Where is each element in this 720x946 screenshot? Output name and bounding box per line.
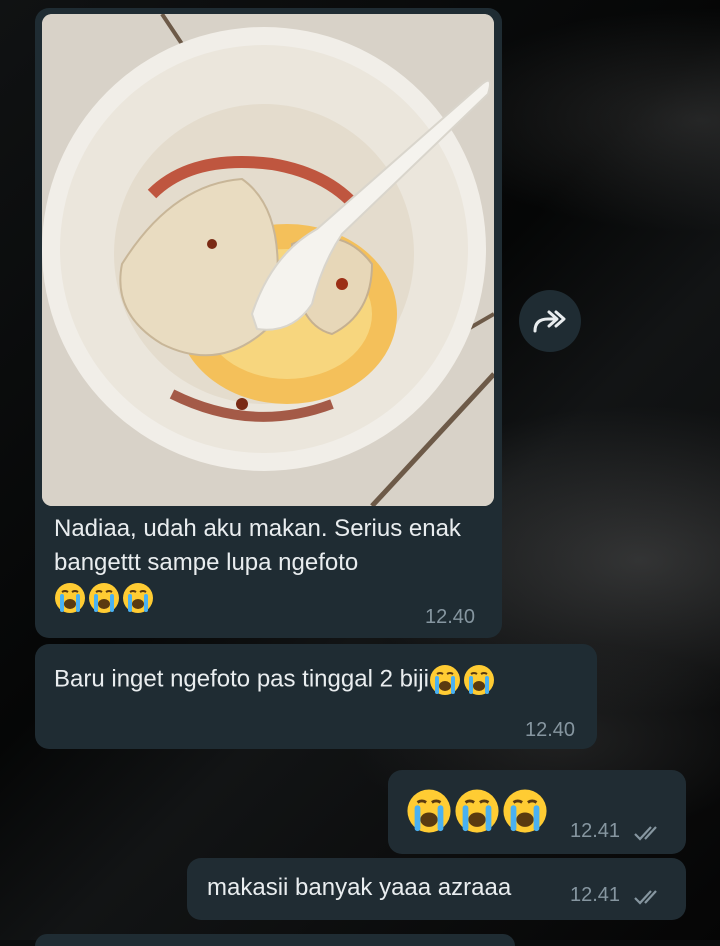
loudly-crying-face-emoji	[463, 665, 494, 695]
caption-text: Nadiaa, udah aku makan. Serius enak bang…	[54, 515, 461, 576]
message-meta: 12.41	[570, 884, 663, 907]
loudly-crying-face-emoji	[55, 582, 85, 613]
outgoing-message-bubble[interactable]: 12.41	[388, 770, 686, 854]
double-check-icon	[633, 826, 657, 841]
loudly-crying-face-emoji	[503, 789, 547, 833]
loudly-crying-face-emoji	[429, 665, 460, 695]
double-check-icon	[633, 890, 657, 905]
loudly-crying-face-emoji	[89, 582, 119, 613]
loudly-crying-face-emoji	[407, 789, 451, 833]
emoji-row	[406, 788, 550, 834]
message-text: Baru inget ngefoto pas tinggal 2 biji	[54, 665, 429, 693]
food-photo[interactable]	[42, 14, 494, 506]
loudly-crying-face-emoji	[455, 789, 499, 833]
outgoing-message-bubble[interactable]: makasii banyak yaaa azraaa 12.41	[187, 858, 686, 920]
loudly-crying-face-emoji	[123, 582, 153, 613]
message-time: 12.41	[570, 820, 621, 842]
forward-button[interactable]	[519, 290, 581, 352]
message-text-row: Baru inget ngefoto pas tinggal 2 biji	[54, 664, 497, 696]
incoming-message-bubble[interactable]: Baru inget ngefoto pas tinggal 2 biji 12…	[35, 644, 597, 749]
image-message-bubble[interactable]: Nadiaa, udah aku makan. Serius enak bang…	[35, 8, 502, 638]
forward-icon	[533, 310, 566, 333]
message-time: 12.40	[425, 606, 476, 628]
message-meta: 12.41	[570, 820, 663, 843]
image-caption: Nadiaa, udah aku makan. Serius enak bang…	[54, 512, 494, 614]
message-time: 12.41	[570, 884, 621, 906]
message-time: 12.40	[525, 719, 576, 741]
message-text: makasii banyak yaaa azraaa	[207, 874, 512, 901]
next-message-bubble-edge	[35, 934, 515, 946]
